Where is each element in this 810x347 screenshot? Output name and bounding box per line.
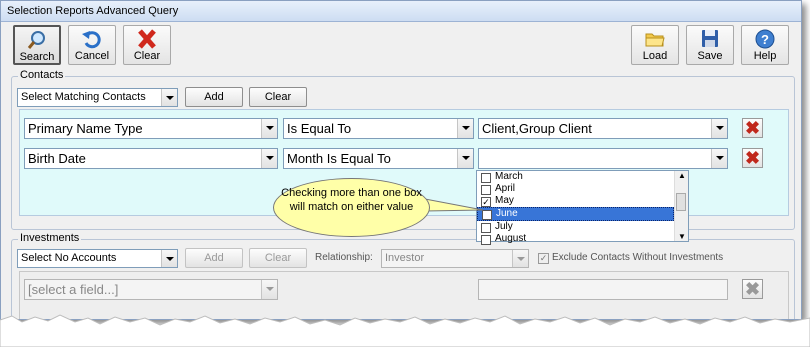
clear-button[interactable]: Clear <box>123 25 171 65</box>
save-button[interactable]: Save <box>686 25 734 65</box>
relationship-value: Investor <box>385 252 425 264</box>
condition-value-select[interactable]: Client,Group Client <box>478 118 728 139</box>
chevron-down-icon[interactable] <box>261 149 277 168</box>
condition-operator-select[interactable]: Is Equal To <box>283 118 474 139</box>
load-label: Load <box>642 50 668 62</box>
list-item[interactable]: April <box>477 183 688 195</box>
month-value-select[interactable] <box>478 148 728 169</box>
undo-arrow-icon <box>69 28 115 50</box>
scroll-thumb[interactable] <box>676 193 686 211</box>
investment-field-select[interactable]: [select a field...] <box>24 279 278 300</box>
list-item[interactable]: July <box>477 221 688 233</box>
investments-clear-button[interactable]: Clear <box>249 248 307 268</box>
month-label: May <box>495 195 514 206</box>
month-dropdown-list[interactable]: March April ✓ May ✓ June July August ▲ ▼ <box>476 170 689 245</box>
chevron-down-icon[interactable] <box>161 250 177 267</box>
condition-operator-value: Is Equal To <box>287 121 352 136</box>
match-contacts-select[interactable]: Select Matching Contacts <box>17 88 178 107</box>
save-label: Save <box>697 50 723 62</box>
investment-field-placeholder: [select a field...] <box>28 282 119 297</box>
clear-label: Clear <box>133 50 161 62</box>
window-title: Selection Reports Advanced Query <box>1 1 801 22</box>
list-item[interactable]: ✓ May <box>477 195 688 207</box>
help-button[interactable]: ? Help <box>741 25 789 65</box>
chevron-down-icon[interactable] <box>261 280 277 299</box>
month-label: April <box>495 183 516 194</box>
delete-condition-button[interactable]: ✖ <box>742 148 763 168</box>
scroll-down-icon[interactable]: ▼ <box>678 232 686 241</box>
chevron-down-icon[interactable] <box>161 89 177 106</box>
contacts-add-button[interactable]: Add <box>185 87 243 107</box>
chevron-down-icon[interactable] <box>711 149 727 168</box>
month-checkbox[interactable] <box>481 185 491 195</box>
contacts-group-label: Contacts <box>18 69 66 81</box>
list-item[interactable]: August <box>477 233 688 245</box>
investments-group-label: Investments <box>18 232 82 244</box>
torn-edge-decoration <box>0 314 810 347</box>
condition-value-text: Client,Group Client <box>482 121 592 136</box>
chevron-down-icon[interactable] <box>711 119 727 138</box>
gray-x-icon: ✖ <box>745 279 761 299</box>
red-x-icon: ✖ <box>745 148 761 168</box>
question-mark-icon: ? <box>742 28 788 50</box>
callout-text: Checking more than one box will match on… <box>281 187 422 213</box>
month-checkbox[interactable] <box>481 235 491 245</box>
chevron-down-icon[interactable] <box>457 149 473 168</box>
svg-text:?: ? <box>761 32 769 47</box>
list-scrollbar[interactable]: ▲ ▼ <box>674 171 688 241</box>
relationship-select[interactable]: Investor <box>381 249 529 268</box>
advanced-query-window: Selection Reports Advanced Query Search … <box>0 0 802 320</box>
search-button[interactable]: Search <box>13 25 61 65</box>
chevron-down-icon[interactable] <box>261 119 277 138</box>
month-checkbox[interactable] <box>481 223 491 233</box>
contacts-clear-button[interactable]: Clear <box>249 87 307 107</box>
delete-investment-condition-button[interactable]: ✖ <box>742 279 763 299</box>
exclude-contacts-checkbox[interactable]: ✓ <box>538 253 549 264</box>
red-x-icon <box>124 28 170 50</box>
condition-operator-select[interactable]: Month Is Equal To <box>283 148 474 169</box>
month-label: July <box>495 221 513 232</box>
accounts-select[interactable]: Select No Accounts <box>17 249 178 268</box>
condition-field-select[interactable]: Primary Name Type <box>24 118 278 139</box>
condition-field-value: Primary Name Type <box>28 121 143 136</box>
condition-field-value: Birth Date <box>28 151 86 166</box>
list-item-selected[interactable]: ✓ June <box>477 207 674 221</box>
condition-operator-value: Month Is Equal To <box>287 151 391 166</box>
investments-add-button[interactable]: Add <box>185 248 243 268</box>
month-label: March <box>495 171 523 182</box>
exclude-contacts-label: Exclude Contacts Without Investments <box>552 252 724 263</box>
red-x-icon: ✖ <box>745 118 761 138</box>
toolbar: Search Cancel Clear Load Save ? Help <box>1 22 801 68</box>
condition-field-select[interactable]: Birth Date <box>24 148 278 169</box>
accounts-select-value: Select No Accounts <box>21 252 117 264</box>
relationship-label: Relationship: <box>315 252 373 263</box>
delete-condition-button[interactable]: ✖ <box>742 118 763 138</box>
cancel-button[interactable]: Cancel <box>68 25 116 65</box>
floppy-disk-icon <box>687 28 733 50</box>
month-checkbox[interactable] <box>481 173 491 183</box>
chevron-down-icon[interactable] <box>512 250 528 267</box>
callout-pointer <box>425 198 484 212</box>
list-item[interactable]: March <box>477 171 688 183</box>
month-label: August <box>495 233 527 244</box>
search-label: Search <box>19 51 55 63</box>
investment-value-input[interactable] <box>478 279 728 300</box>
folder-icon <box>632 28 678 50</box>
chevron-down-icon[interactable] <box>457 119 473 138</box>
help-label: Help <box>753 50 777 62</box>
match-contacts-value: Select Matching Contacts <box>21 91 146 103</box>
month-label: June <box>496 208 518 219</box>
load-button[interactable]: Load <box>631 25 679 65</box>
magnifier-icon <box>15 29 59 51</box>
cancel-label: Cancel <box>74 50 110 62</box>
callout-bubble: Checking more than one box will match on… <box>273 178 430 237</box>
scroll-up-icon[interactable]: ▲ <box>678 171 686 180</box>
